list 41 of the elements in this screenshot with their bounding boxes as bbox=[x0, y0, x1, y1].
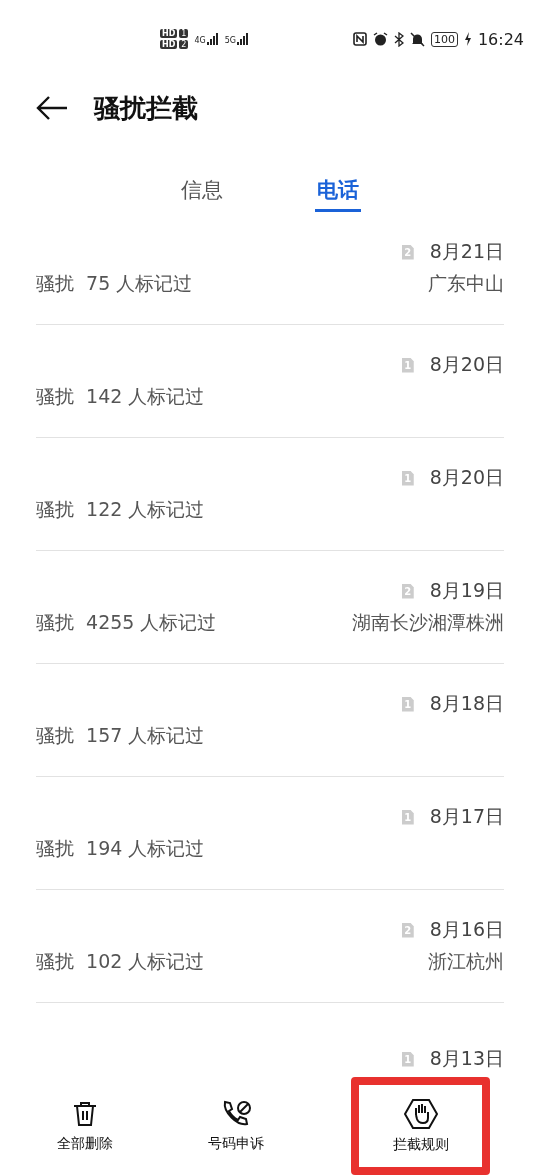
sim-slot: 1 bbox=[179, 29, 189, 38]
sim-slot: 2 bbox=[179, 40, 189, 49]
call-date: 8月21日 bbox=[429, 239, 504, 264]
battery-level: 100 bbox=[430, 31, 458, 47]
charging-icon bbox=[463, 32, 472, 46]
tab[interactable]: 信息 bbox=[179, 170, 225, 212]
call-date: 8月20日 bbox=[429, 465, 504, 490]
signal-icon bbox=[206, 33, 219, 45]
hd-badge: HD bbox=[160, 40, 178, 49]
call-label: 骚扰 194 人标记过 bbox=[36, 836, 205, 861]
call-date: 8月13日 bbox=[429, 1046, 504, 1071]
toolbar-button[interactable]: 号码申诉 bbox=[174, 1077, 298, 1175]
bluetooth-icon bbox=[393, 31, 404, 47]
call-location: 浙江杭州 bbox=[428, 949, 504, 974]
clock-time: 16:24 bbox=[477, 29, 524, 49]
tab[interactable]: 电话 bbox=[315, 170, 361, 212]
network-type: 4G bbox=[194, 36, 206, 45]
hd-badge: HD bbox=[160, 29, 178, 38]
call-date: 8月16日 bbox=[429, 917, 504, 942]
bell-muted-icon bbox=[409, 31, 425, 47]
call-label: 骚扰 75 人标记过 bbox=[36, 271, 193, 296]
call-date: 8月18日 bbox=[429, 691, 504, 716]
signal-icon bbox=[237, 33, 250, 45]
back-arrow-icon[interactable] bbox=[36, 96, 68, 120]
call-label: 骚扰 142 人标记过 bbox=[36, 384, 205, 409]
call-location: 湖南长沙湘潭株洲 bbox=[352, 610, 504, 635]
call-label: 骚扰 102 人标记过 bbox=[36, 949, 205, 974]
nfc-icon bbox=[352, 32, 367, 46]
page-title: 骚扰拦截 bbox=[94, 91, 198, 125]
toolbar-button[interactable]: 全部删除 bbox=[24, 1077, 147, 1175]
call-date: 8月19日 bbox=[429, 578, 504, 603]
call-date: 8月17日 bbox=[429, 804, 504, 829]
call-label: 骚扰 4255 人标记过 bbox=[36, 610, 217, 635]
call-location: 广东中山 bbox=[428, 271, 504, 296]
call-label: 骚扰 157 人标记过 bbox=[36, 723, 205, 748]
alarm-icon bbox=[372, 31, 388, 47]
toolbar-button[interactable]: 拦截规则 bbox=[351, 1077, 490, 1175]
call-date: 8月20日 bbox=[429, 352, 504, 377]
network-type: 5G bbox=[224, 36, 237, 45]
hand-stop-icon bbox=[403, 1098, 438, 1130]
call-label: 骚扰 122 人标记过 bbox=[36, 497, 205, 522]
